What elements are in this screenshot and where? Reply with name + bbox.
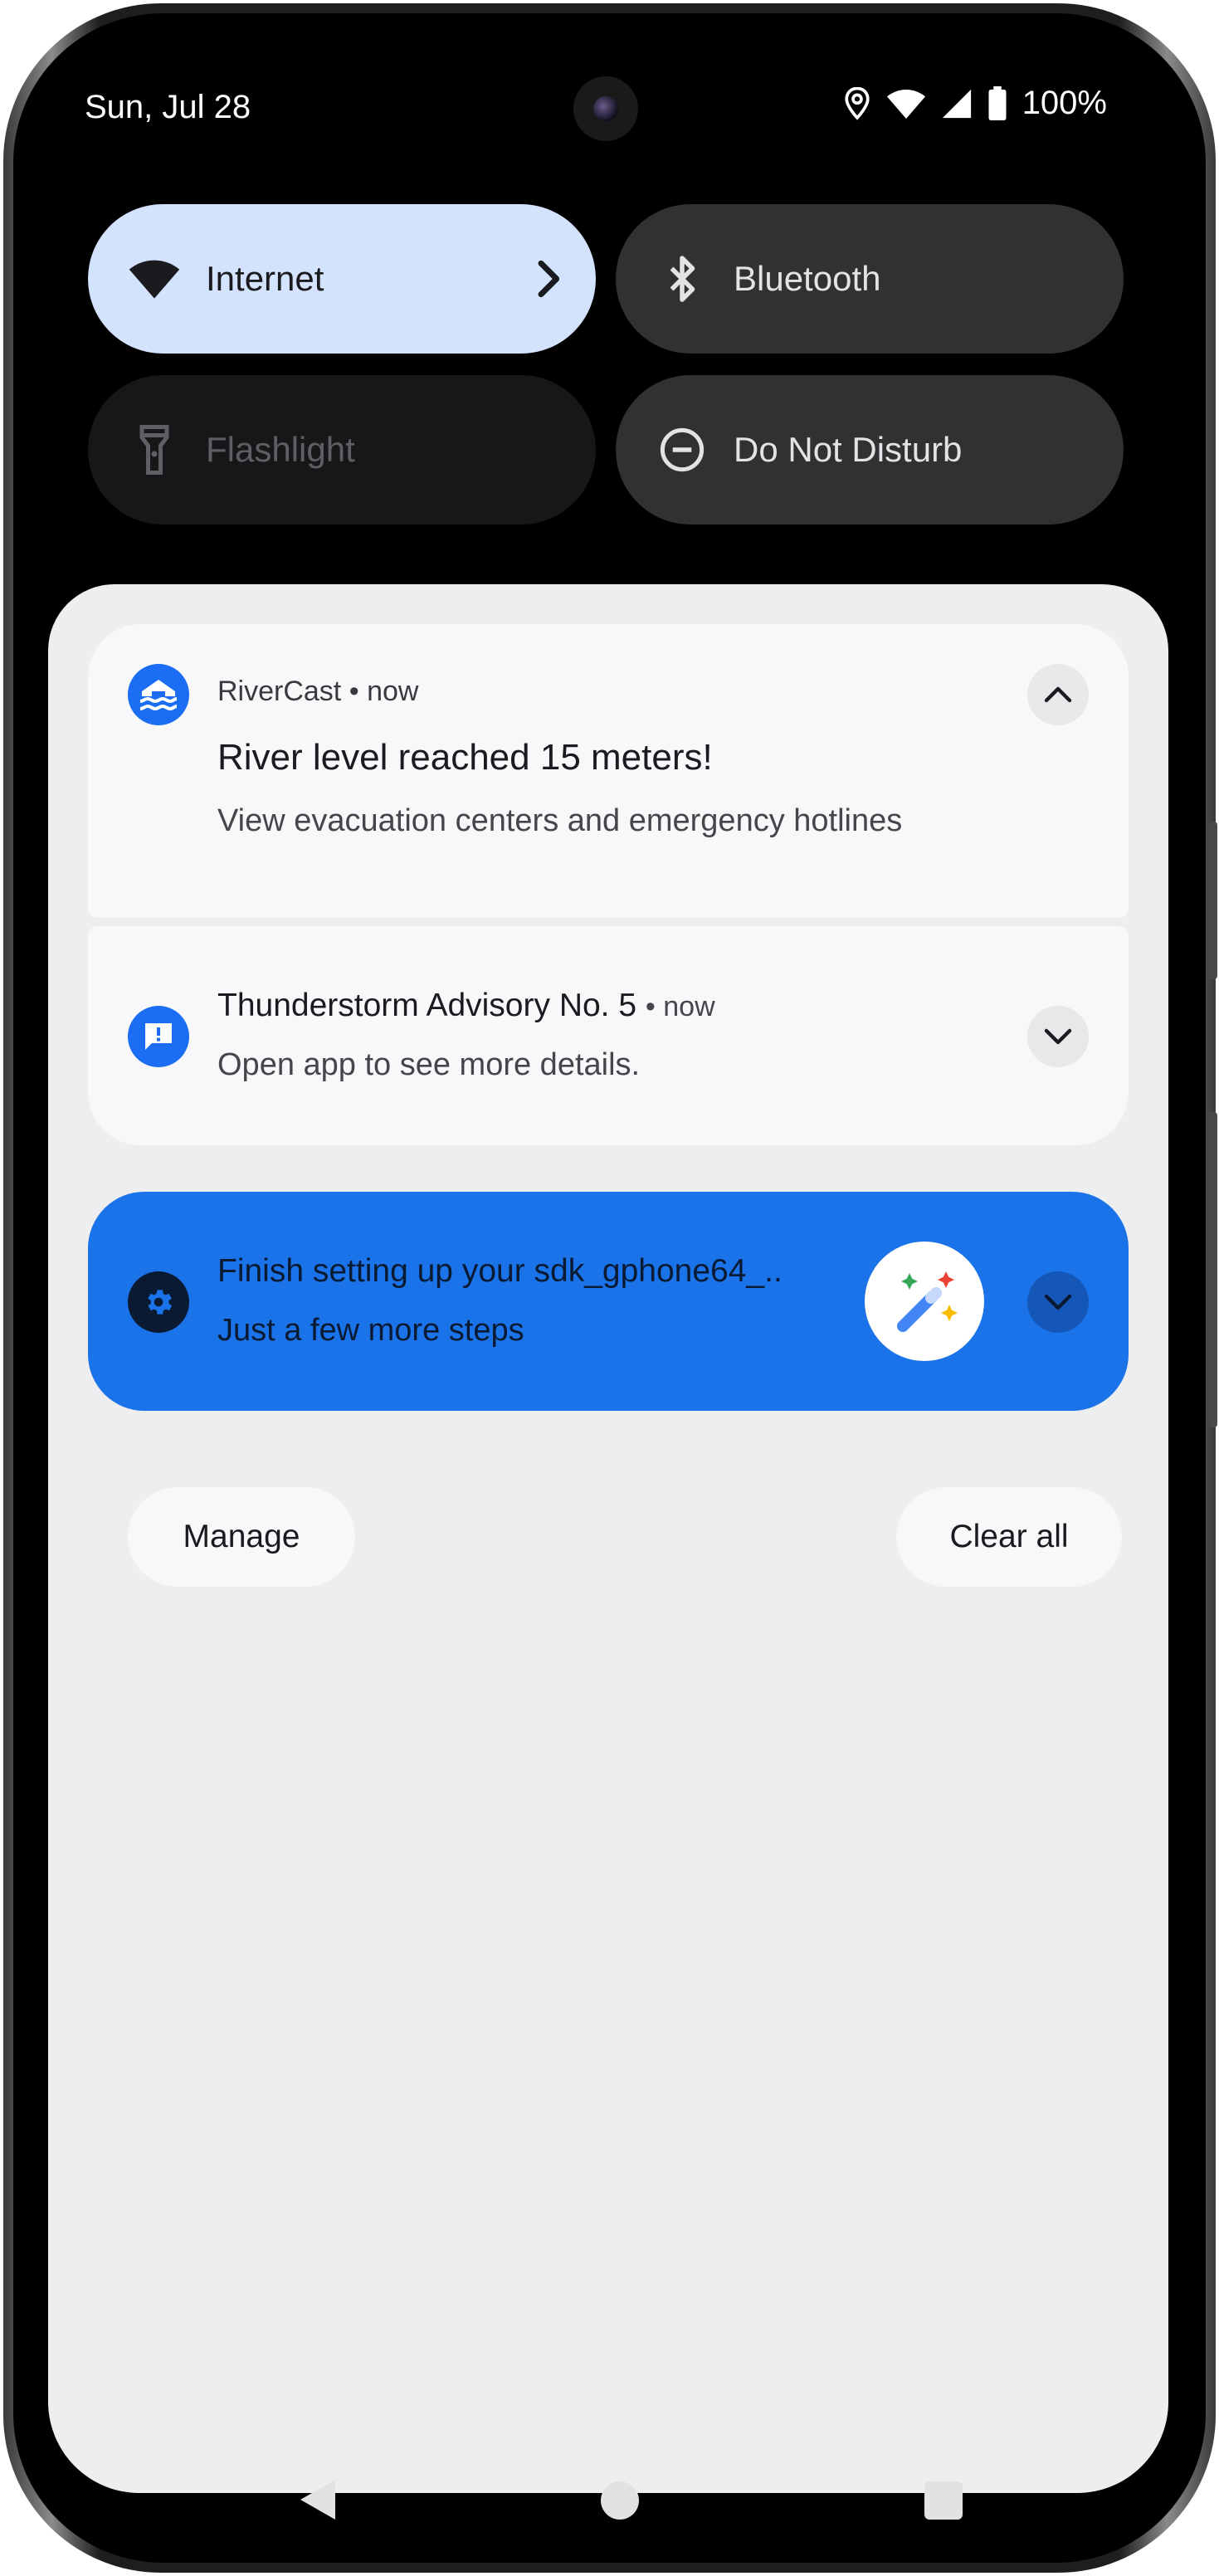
notification-setup[interactable]: Finish setting up your sdk_gphone64_.. J… [88,1192,1129,1411]
wifi-icon [886,88,926,120]
battery-percent: 100% [1022,85,1107,121]
tile-label: Flashlight [206,430,355,469]
tile-bluetooth[interactable]: Bluetooth [616,204,1124,354]
notification-time: now [663,991,715,1022]
notification-time: now [367,676,419,707]
back-icon[interactable] [297,2476,339,2527]
location-icon [843,86,871,120]
notification-rivercast[interactable]: RiverCast • now River level reached 15 m… [88,624,1129,918]
notification-title-line: Thunderstorm Advisory No. 5 • now [217,988,715,1024]
expand-button[interactable] [1027,1271,1089,1333]
flood-icon [128,664,189,725]
status-icons: 100% [843,85,1107,122]
tile-label: Do Not Disturb [734,430,963,469]
tile-label: Internet [206,259,324,298]
wifi-icon [128,252,181,305]
settings-gear-icon [128,1271,189,1333]
bluetooth-icon [656,252,709,305]
battery-icon [987,85,1007,121]
cell-signal-icon [941,88,973,120]
alert-message-icon [128,1006,189,1067]
notification-text: Open app to see more details. [217,1047,641,1082]
do-not-disturb-icon [656,423,709,476]
tile-do-not-disturb[interactable]: Do Not Disturb [616,375,1124,524]
separator-dot: • [349,676,368,707]
status-bar: Sun, Jul 28 100% [35,35,1182,184]
manage-button[interactable]: Manage [128,1487,355,1587]
notification-header: RiverCast • now [217,676,418,708]
notification-thunderstorm[interactable]: Thunderstorm Advisory No. 5 • now Open a… [88,926,1129,1145]
collapse-button[interactable] [1027,664,1089,725]
notification-shade: RiverCast • now River level reached 15 m… [48,584,1168,2520]
volume-button [1209,822,1217,979]
screen: Sun, Jul 28 100% Internet Bluetooth Flas… [35,35,1182,2541]
home-icon[interactable] [601,2481,639,2520]
clear-all-button[interactable]: Clear all [896,1487,1122,1587]
tile-label: Bluetooth [734,259,881,298]
power-button [1209,1112,1217,1427]
notification-text: View evacuation centers and emergency ho… [217,803,903,838]
expand-button[interactable] [1027,1006,1089,1067]
flashlight-icon [128,423,181,476]
magic-wand-icon [865,1242,984,1361]
app-name: RiverCast [217,676,342,707]
chevron-right-icon [533,252,563,314]
front-camera [573,76,638,141]
notification-title: River level reached 15 meters! [217,737,713,778]
tile-flashlight[interactable]: Flashlight [88,375,596,524]
recents-icon[interactable] [924,2481,963,2520]
notification-title: Finish setting up your sdk_gphone64_.. [217,1253,783,1289]
tile-internet[interactable]: Internet [88,204,596,354]
notification-text: Just a few more steps [217,1313,524,1348]
notification-title: Thunderstorm Advisory No. 5 [217,988,637,1023]
status-date: Sun, Jul 28 [85,89,251,125]
separator-dot: • [645,991,664,1022]
